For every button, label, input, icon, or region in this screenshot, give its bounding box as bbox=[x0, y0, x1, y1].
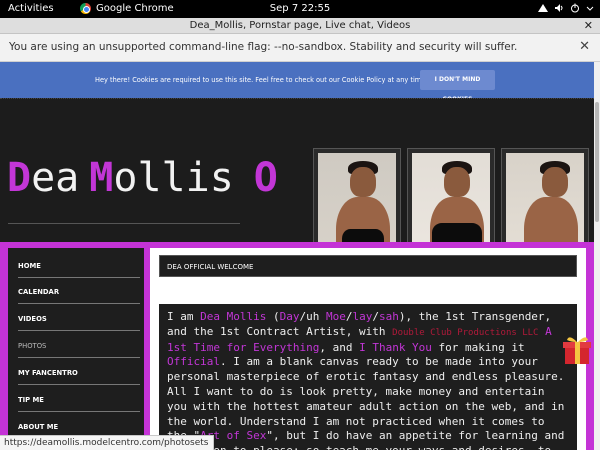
logo-underline bbox=[8, 223, 240, 224]
system-top-bar: Activities Google Chrome Sep 7 22:55 bbox=[0, 0, 600, 18]
cookie-text: Hey there! Cookies are required to use t… bbox=[95, 76, 428, 84]
nav-item-videos[interactable]: VIDEOS bbox=[18, 305, 140, 331]
cookie-banner: Hey there! Cookies are required to use t… bbox=[0, 62, 594, 103]
gift-icon[interactable] bbox=[561, 334, 595, 366]
scrollbar-thumb[interactable] bbox=[595, 102, 599, 222]
nav-item-home[interactable]: HOME bbox=[18, 252, 140, 278]
network-icon bbox=[538, 4, 548, 12]
infobar-message: You are using an unsupported command-lin… bbox=[9, 41, 518, 53]
page-scrollbar[interactable] bbox=[594, 62, 600, 450]
nav-item-tip-me[interactable]: TIP ME bbox=[18, 386, 140, 412]
clock[interactable]: Sep 7 22:55 bbox=[0, 3, 600, 14]
link-preview-status: https://deamollis.modelcentro.com/photos… bbox=[0, 435, 215, 450]
window-title-bar: Dea_Mollis, Pornstar page, Live chat, Vi… bbox=[0, 18, 600, 34]
menu-arrow-icon bbox=[586, 6, 594, 11]
nav-item-photos[interactable]: PHOTOS bbox=[18, 332, 140, 358]
studio-link[interactable]: Double Club Productions LLC bbox=[392, 328, 538, 338]
welcome-article: I am Dea Mollis (Day/uh Moe/lay/sah), th… bbox=[159, 304, 577, 450]
welcome-heading: DEA OFFICIAL WELCOME bbox=[159, 255, 577, 277]
window-close-button[interactable]: ✕ bbox=[584, 19, 593, 32]
system-tray[interactable] bbox=[538, 3, 594, 13]
infobar-close-button[interactable]: ✕ bbox=[579, 39, 590, 54]
volume-icon bbox=[555, 4, 563, 12]
warning-infobar: You are using an unsupported command-lin… bbox=[0, 34, 600, 62]
main-content: DEA OFFICIAL WELCOME I am Dea Mollis (Da… bbox=[150, 248, 586, 450]
site-logo[interactable]: Dea Mollis O bbox=[7, 155, 278, 201]
page-viewport: Hey there! Cookies are required to use t… bbox=[0, 62, 600, 450]
accept-cookies-button[interactable]: I DON'T MIND COOKIES bbox=[420, 70, 495, 103]
name-link[interactable]: Dea Mollis bbox=[200, 310, 266, 323]
power-icon bbox=[571, 3, 579, 13]
window-title: Dea_Mollis, Pornstar page, Live chat, Vi… bbox=[189, 20, 411, 31]
sidebar-nav: HOME CALENDAR VIDEOS PHOTOS MY FANCENTRO… bbox=[8, 248, 144, 450]
nav-item-my-fancentro[interactable]: MY FANCENTRO bbox=[18, 359, 140, 385]
nav-item-calendar[interactable]: CALENDAR bbox=[18, 278, 140, 304]
site-header: Dea Mollis O bbox=[0, 98, 594, 273]
